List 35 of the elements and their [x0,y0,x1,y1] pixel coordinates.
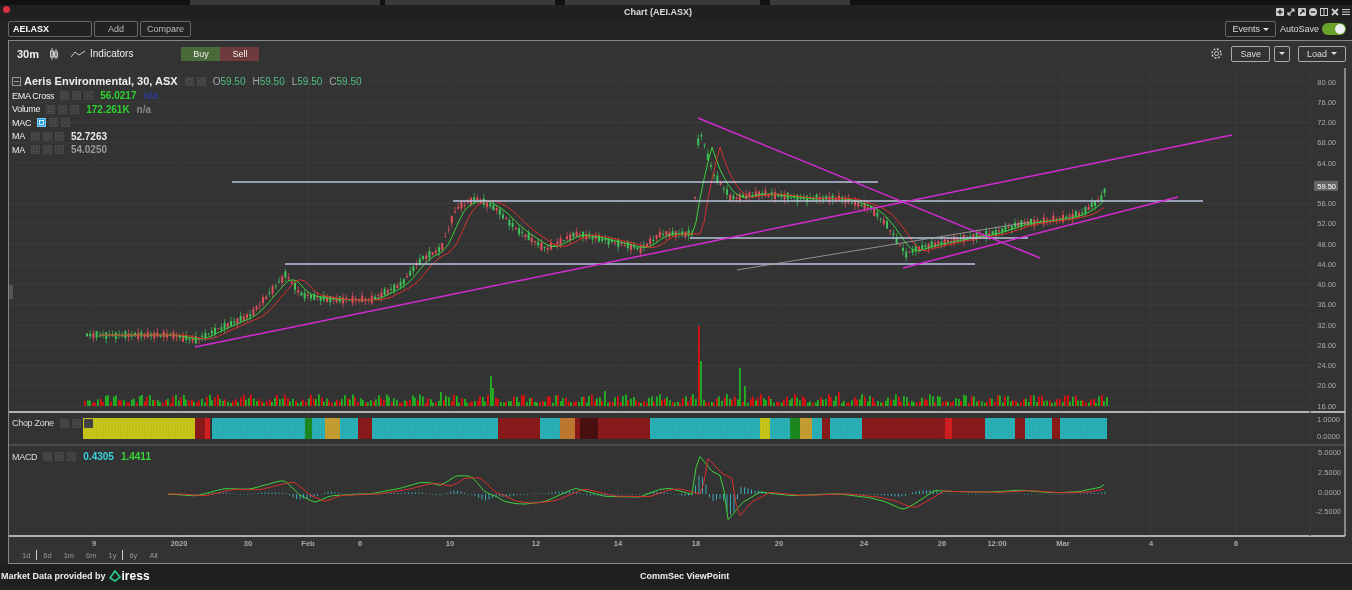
toolbar-button[interactable]: Compare [140,21,191,37]
save-button[interactable]: Save [1231,45,1270,62]
footer-title: CommSec ViewPoint [640,571,730,581]
ohlc-value: O59.50 [212,75,246,87]
buy-button[interactable]: Buy [181,46,221,61]
events-dropdown[interactable]: Events [1225,21,1276,37]
indicator-value: n/a [143,90,158,102]
indicator-value: 1.4411 [120,451,151,462]
indicator-name: MA [12,144,25,155]
load-button[interactable]: Load [1297,45,1346,62]
sell-button[interactable]: Sell [220,46,260,61]
symbol-field[interactable]: AEI.ASX [8,21,92,37]
indicators-button[interactable]: Indicators [71,48,134,59]
indicator-value: n/a [136,103,152,115]
indicator-name: Volume [12,104,41,115]
toolbar-button[interactable]: Add [94,21,138,37]
logo-text: iress [121,569,150,583]
interval-button[interactable]: 30m [17,47,40,60]
indicator-value: 56.0217 [100,90,137,102]
indicator-value: 54.0250 [70,144,108,156]
indicator-name: MAC [12,117,32,128]
ohlc-value: L59.50 [291,75,323,87]
provider-text: Market Data provided by [1,571,106,581]
indicator-name: MA [12,131,25,142]
indicator-value: 172.261K [86,103,130,115]
autosave-label: AutoSave [1279,24,1319,34]
indicator-value: 0.4305 [83,451,114,462]
ohlc-value: H59.50 [252,75,285,87]
indicator-name: EMA Cross [12,90,55,101]
indicator-name: MACD [12,451,38,462]
indicator-value: 52.7263 [70,130,108,142]
chart-title: Aeris Environmental, 30, ASX [24,75,178,87]
window-title: Chart (AEI.ASX) [623,6,693,17]
ohlc-value: C59.50 [329,75,362,87]
indicator-name: Chop Zone [12,418,54,428]
